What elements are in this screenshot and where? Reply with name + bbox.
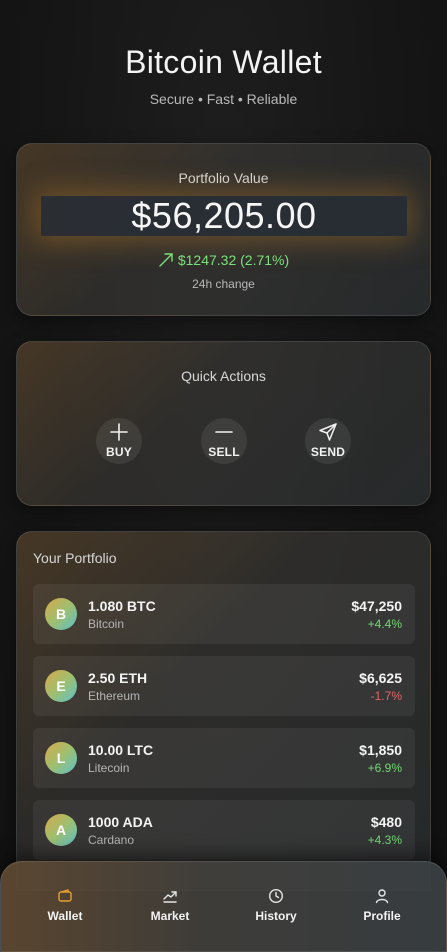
- nav-label-history: History: [255, 909, 297, 923]
- minus-icon: [215, 431, 233, 433]
- clock-icon: [268, 888, 284, 904]
- coin-avatar: L: [45, 742, 77, 774]
- asset-value: $480: [370, 814, 402, 830]
- sell-label: SELL: [208, 445, 240, 459]
- portfolio-change-value: $1247.32 (2.71%): [177, 252, 290, 268]
- asset-name: Cardano: [88, 833, 135, 847]
- nav-item-wallet[interactable]: Wallet: [25, 888, 105, 923]
- asset-row-ethereum[interactable]: E 2.50 ETH Ethereum $6,625 -1.7%: [33, 656, 415, 716]
- asset-amount: 2.50 ETH: [88, 670, 148, 686]
- coin-avatar: A: [45, 814, 77, 846]
- page-subtitle: Secure • Fast • Reliable: [149, 91, 298, 107]
- asset-amount: 1.080 BTC: [88, 598, 156, 614]
- coin-avatar: E: [45, 670, 77, 702]
- asset-value: $47,250: [351, 598, 402, 614]
- nav-label-wallet: Wallet: [47, 909, 83, 923]
- portfolio-change: $1247.32 (2.71%): [17, 252, 430, 268]
- send-icon: [319, 423, 337, 441]
- trend-up-icon: [159, 253, 173, 267]
- nav-item-market[interactable]: Market: [130, 888, 210, 923]
- page-title: Bitcoin Wallet: [125, 44, 322, 80]
- portfolio-value-amount: $56,205.00: [131, 195, 317, 236]
- plus-icon: [110, 423, 128, 441]
- asset-change: -1.7%: [370, 689, 402, 703]
- chart-icon: [163, 891, 177, 903]
- portfolio-change-label: 24h change: [192, 277, 255, 291]
- nav-item-profile[interactable]: Profile: [342, 888, 422, 923]
- portfolio-value-display: $56,205.00: [41, 195, 407, 236]
- asset-row-bitcoin[interactable]: B 1.080 BTC Bitcoin $47,250 +4.4%: [33, 584, 415, 644]
- asset-name: Bitcoin: [88, 617, 125, 631]
- asset-change: +4.3%: [367, 833, 402, 847]
- asset-change: +4.4%: [367, 617, 402, 631]
- portfolio-value-card: Portfolio Value $56,205.00 $1247.32 (2.7…: [16, 143, 431, 316]
- asset-amount: 10.00 LTC: [88, 742, 154, 758]
- your-portfolio-title: Your Portfolio: [33, 550, 117, 566]
- app-header: Bitcoin Wallet Secure • Fast • Reliable: [0, 44, 447, 107]
- send-label: SEND: [310, 445, 346, 459]
- asset-value: $1,850: [359, 742, 402, 758]
- quick-actions-title: Quick Actions: [181, 368, 266, 384]
- nav-label-market: Market: [150, 909, 190, 923]
- asset-change: +6.9%: [367, 761, 402, 775]
- nav-item-history[interactable]: History: [236, 888, 316, 923]
- sell-button[interactable]: SELL: [201, 418, 247, 464]
- nav-label-profile: Profile: [363, 909, 401, 923]
- asset-row-litecoin[interactable]: L 10.00 LTC Litecoin $1,850 +6.9%: [33, 728, 415, 788]
- send-button[interactable]: SEND: [305, 418, 351, 464]
- buy-label: BUY: [106, 445, 132, 459]
- asset-row-cardano[interactable]: A 1000 ADA Cardano $480 +4.3%: [33, 800, 415, 860]
- portfolio-value-label: Portfolio Value: [178, 170, 269, 186]
- asset-amount: 1000 ADA: [88, 814, 153, 830]
- buy-button[interactable]: BUY: [96, 418, 142, 464]
- wallet-icon: [58, 889, 72, 902]
- user-icon: [375, 889, 389, 904]
- asset-name: Ethereum: [88, 689, 141, 703]
- quick-actions-card: Quick Actions BUY SELL SEND: [16, 341, 431, 506]
- your-portfolio-card: Your Portfolio B 1.080 BTC Bitcoin $47,2…: [16, 531, 431, 891]
- asset-value: $6,625: [359, 670, 402, 686]
- asset-name: Litecoin: [88, 761, 130, 775]
- bottom-navigation: Wallet Market History Profile: [0, 861, 447, 952]
- coin-avatar: B: [45, 598, 77, 630]
